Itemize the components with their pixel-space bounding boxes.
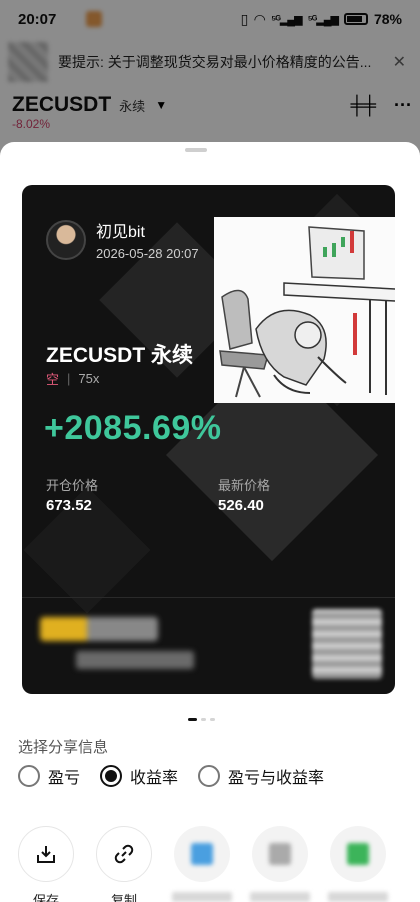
pnl-percent: +2085.69% xyxy=(44,409,222,447)
share-actions: 保存 复制 xyxy=(18,826,418,902)
qr-code-blurred xyxy=(312,609,382,679)
close-icon[interactable]: ✕ xyxy=(393,52,406,72)
latest-price: 526.40 xyxy=(218,497,264,514)
option-pnl[interactable]: 盈亏 xyxy=(18,764,80,788)
wifi-icon: ◠ xyxy=(254,10,266,27)
carousel-dots xyxy=(188,718,215,721)
notice-text: 要提示: 关于调整现货交易对最小价格精度的公告... xyxy=(58,54,372,70)
user-row: 初见bit 2026-05-28 20:07 xyxy=(46,218,199,261)
app-label-blurred xyxy=(172,892,232,902)
notice-icon xyxy=(8,42,48,82)
notice-bar[interactable]: 要提示: 关于调整现货交易对最小价格精度的公告... ✕ xyxy=(0,42,420,82)
share-options: 盈亏 收益率 盈亏与收益率 xyxy=(18,764,324,788)
card-divider xyxy=(22,597,395,598)
option-label: 盈亏与收益率 xyxy=(228,770,325,787)
pair-change: -8.02% xyxy=(12,117,51,131)
app-label-blurred xyxy=(328,892,388,902)
radio-button[interactable] xyxy=(198,765,221,787)
latest-price-label: 最新价格 xyxy=(218,478,271,493)
share-app-button[interactable] xyxy=(172,826,232,902)
option-label: 盈亏 xyxy=(48,770,81,787)
user-name: 初见bit xyxy=(96,224,145,241)
option-pnl-and-roi[interactable]: 盈亏与收益率 xyxy=(198,764,324,788)
position-direction-row: 空 | 75x xyxy=(46,369,99,388)
meme-sketch-illustration xyxy=(214,217,395,403)
download-icon[interactable] xyxy=(18,826,74,882)
share-app-button[interactable] xyxy=(328,826,388,902)
more-icon[interactable]: ··· xyxy=(394,95,412,116)
referral-info-blurred xyxy=(40,617,158,641)
pair-name[interactable]: ZECUSDT xyxy=(12,93,111,117)
open-price-label: 开仓价格 xyxy=(46,478,99,493)
radio-button-selected[interactable] xyxy=(100,765,123,787)
position-symbol: ZECUSDT 永续 xyxy=(46,344,193,367)
share-card: 初见bit 2026-05-28 20:07 ZECUSDT 永续 空 | 75… xyxy=(22,185,395,694)
copy-link-button[interactable]: 复制 xyxy=(96,826,152,902)
status-bar: 20:07 ▯ ◠ ⁵ᴳ▂▄▆ ⁵ᴳ▂▄▆ 78% xyxy=(0,0,420,38)
signal-icon: ⁵ᴳ▂▄▆ xyxy=(271,13,302,26)
open-price: 673.52 xyxy=(46,497,92,514)
option-roi[interactable]: 收益率 xyxy=(100,764,178,788)
signal-icon-2: ⁵ᴳ▂▄▆ xyxy=(307,13,339,26)
save-label: 保存 xyxy=(32,893,59,902)
user-info: 初见bit 2026-05-28 20:07 xyxy=(96,218,199,261)
sheet-grabber[interactable] xyxy=(185,148,207,152)
radio-button[interactable] xyxy=(18,765,40,787)
trading-page-background: 20:07 ▯ ◠ ⁵ᴳ▂▄▆ ⁵ᴳ▂▄▆ 78% 要提示: 关于调整现货交易对… xyxy=(0,0,420,160)
pair-actions: ╪╪ ··· xyxy=(351,95,413,116)
share-app-button[interactable] xyxy=(250,826,310,902)
pair-header: ZECUSDT 永续 ▼ ╪╪ ··· xyxy=(12,90,412,120)
pair-type: 永续 xyxy=(119,98,146,114)
option-label: 收益率 xyxy=(130,770,179,787)
vibrate-icon: ▯ xyxy=(240,10,249,27)
link-icon[interactable] xyxy=(96,826,152,882)
save-button[interactable]: 保存 xyxy=(18,826,74,902)
meme-image xyxy=(214,217,395,403)
carousel-dot[interactable] xyxy=(188,718,197,721)
status-time: 20:07 xyxy=(18,10,57,28)
share-sheet: 初见bit 2026-05-28 20:07 ZECUSDT 永续 空 | 75… xyxy=(0,142,420,902)
copy-label: 复制 xyxy=(110,893,137,902)
carousel-dot[interactable] xyxy=(201,718,206,721)
status-icons: ▯ ◠ ⁵ᴳ▂▄▆ ⁵ᴳ▂▄▆ 78% xyxy=(241,11,402,28)
share-info-title: 选择分享信息 xyxy=(18,739,109,756)
share-screen: 20:07 ▯ ◠ ⁵ᴳ▂▄▆ ⁵ᴳ▂▄▆ 78% 要提示: 关于调整现货交易对… xyxy=(0,0,420,902)
battery-percent: 78% xyxy=(373,11,402,27)
app-icon-blurred[interactable] xyxy=(252,826,308,882)
app-icon-blurred[interactable] xyxy=(174,826,230,882)
app-icon-blurred[interactable] xyxy=(330,826,386,882)
chevron-down-icon[interactable]: ▼ xyxy=(155,98,167,112)
referral-code-blurred xyxy=(76,651,194,669)
divider: | xyxy=(67,371,71,386)
leverage: 75x xyxy=(78,371,100,386)
notification-icon xyxy=(86,11,102,27)
app-label-blurred xyxy=(250,892,310,902)
share-date: 2026-05-28 20:07 xyxy=(96,246,199,261)
battery-icon xyxy=(343,13,368,25)
carousel-dot[interactable] xyxy=(210,718,215,721)
avatar xyxy=(46,219,86,260)
candlestick-icon[interactable]: ╪╪ xyxy=(351,95,377,116)
position-side: 空 xyxy=(46,372,60,387)
